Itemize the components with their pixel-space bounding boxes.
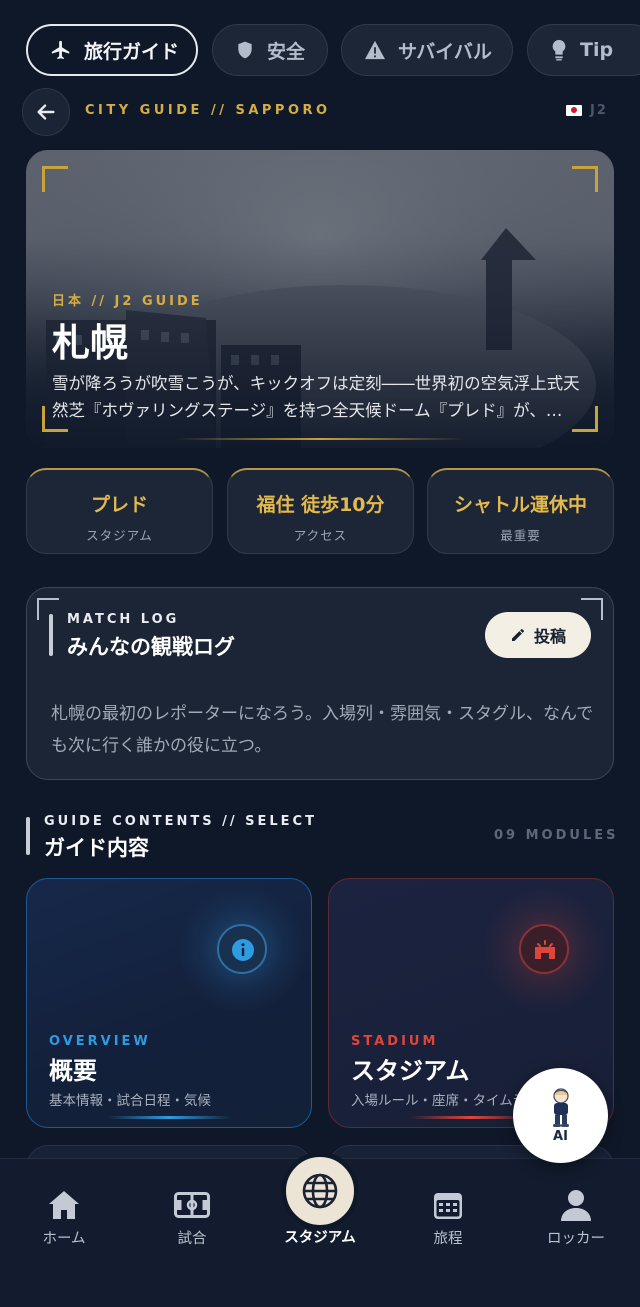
info-icon [232,939,254,961]
frame-corner [572,166,598,192]
lightbulb-icon [552,39,566,61]
hero-kicker: 日本 // J2 GUIDE [52,294,203,309]
airplane-icon [51,40,70,60]
globe-icon [302,1173,338,1209]
match-log-title: みんなの観戦ログ [67,635,235,659]
city-description: 雪が降ろうが吹雪こうが、キックオフは定刻――世界初の空気浮上式天然芝『ホヴァリン… [52,374,580,420]
module-title: スタジアム [351,1057,470,1085]
ai-label: AI [553,1129,568,1144]
nav-label: ロッカー [547,1231,605,1247]
info-card-stadium[interactable]: プレド スタジアム [26,468,213,554]
city-hero-card: 日本 // J2 GUIDE 札幌 雪が降ろうが吹雪こうが、キックオフは定刻――… [26,150,614,448]
module-kicker: STADIUM [351,1034,439,1049]
nav-label-active: スタジアム [284,1230,356,1246]
post-button-label: 投稿 [533,627,566,646]
chip-safety[interactable]: 安全 [212,24,328,76]
frame-corner [37,598,59,620]
nav-label: ホーム [42,1231,86,1247]
module-count: 09 MODULES [494,828,619,843]
mascot-icon [552,1088,569,1127]
pitch-icon [174,1192,210,1218]
match-log-card: MATCH LOG みんなの観戦ログ 投稿 札幌の最初のレポーターになろう。入場… [26,587,614,780]
chip-tips[interactable]: Tip [527,24,640,76]
module-glow-line [107,1116,231,1119]
nav-label: 試合 [177,1231,207,1247]
nav-match[interactable]: 試合 [142,1187,242,1248]
breadcrumb: CITY GUIDE // SAPPORO [85,103,331,118]
ai-assistant-button[interactable]: AI [513,1068,608,1163]
info-label: 最重要 [500,528,541,543]
arrow-left-icon [37,104,55,120]
pencil-icon [511,629,524,641]
info-card-shuttle[interactable]: シャトル運休中 最重要 [427,468,614,554]
chip-label: Tip [580,39,614,61]
section-accent-bar [26,817,30,855]
module-card-overview[interactable]: OVERVIEW 概要 基本情報・試合日程・気候 [26,878,312,1128]
info-label: スタジアム [86,528,153,543]
module-title: 概要 [49,1057,97,1085]
chip-label: サバイバル [398,40,492,63]
back-button[interactable] [22,88,70,136]
league-tag-label: J2 [590,103,608,118]
shield-icon [238,41,252,59]
city-title: 札幌 [52,321,129,365]
chip-label: 安全 [267,40,306,63]
frame-corner [42,166,68,192]
match-log-body: 札幌の最初のレポーターになろう。入場列・雰囲気・スタグル、なんでも次に行く誰かの… [51,704,594,756]
chip-label: 旅行ガイド [84,40,180,63]
hero-accent-line [176,438,464,440]
chip-travel-guide[interactable]: 旅行ガイド [26,24,198,76]
stadium-icon [535,940,555,959]
nav-itinerary[interactable]: 旅程 [398,1187,498,1248]
info-card-access[interactable]: 福住 徒歩10分 アクセス [227,468,414,554]
user-icon [561,1190,591,1221]
calendar-icon [434,1193,462,1219]
chip-survival[interactable]: サバイバル [341,24,513,76]
guide-title: ガイド内容 [44,836,149,860]
module-icon-ring [217,924,267,974]
warning-icon [365,40,385,60]
category-chip-bar: 旅行ガイド 安全 サバイバル Tip [0,24,640,76]
nav-home[interactable]: ホーム [14,1187,114,1248]
info-label: アクセス [293,528,348,543]
nav-locker[interactable]: ロッカー [526,1187,626,1248]
japan-flag-icon [566,105,582,116]
league-tag: J2 [566,103,608,118]
info-value: 福住 徒歩10分 [256,494,385,516]
module-icon-ring [519,924,569,974]
section-accent-bar [49,614,53,656]
nav-label: 旅程 [433,1231,463,1247]
match-log-kicker: MATCH LOG [67,612,180,627]
module-kicker: OVERVIEW [49,1034,151,1049]
nav-stadium[interactable] [281,1152,359,1230]
info-value: プレド [90,494,148,516]
home-icon [49,1191,79,1219]
module-subtitle: 基本情報・試合日程・気候 [49,1093,211,1109]
post-button[interactable]: 投稿 [485,612,591,658]
frame-corner [581,598,603,620]
guide-kicker: GUIDE CONTENTS // SELECT [44,814,317,829]
info-value: シャトル運休中 [453,494,587,516]
